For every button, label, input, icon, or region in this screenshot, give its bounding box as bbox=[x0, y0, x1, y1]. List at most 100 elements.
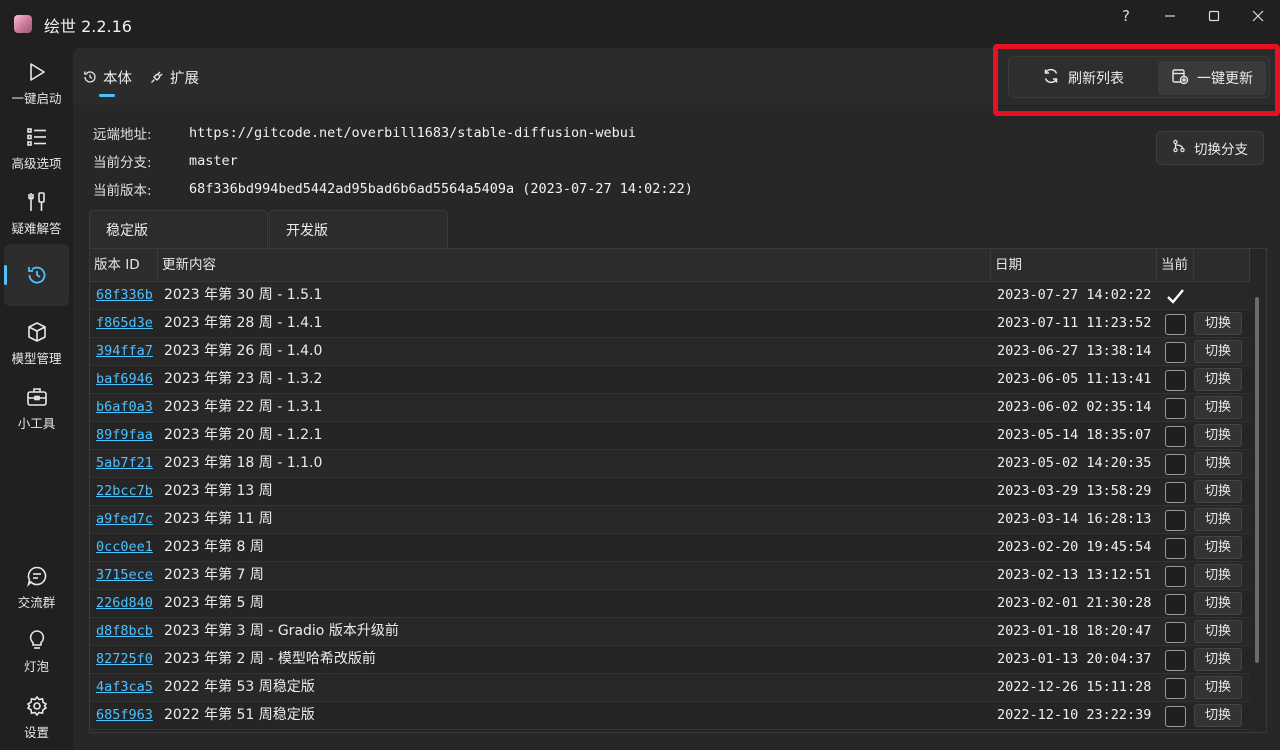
switch-version-button[interactable]: 切换 bbox=[1194, 340, 1242, 363]
current-checkbox[interactable] bbox=[1165, 566, 1186, 587]
one-click-update-button[interactable]: 一键更新 bbox=[1158, 61, 1266, 95]
switch-version-button[interactable]: 切换 bbox=[1194, 480, 1242, 503]
version-id-link[interactable]: f865d3e bbox=[96, 310, 156, 337]
tab-dev[interactable]: 开发版 bbox=[269, 210, 448, 248]
current-checkbox[interactable] bbox=[1165, 650, 1186, 671]
sidebar-item-troubleshoot[interactable]: 疑难解答 bbox=[4, 182, 69, 244]
sidebar-item-community[interactable]: 交流群 bbox=[4, 556, 69, 618]
version-content: 2023 年第 8 周 bbox=[164, 539, 264, 555]
current-checkbox[interactable] bbox=[1165, 622, 1186, 643]
current-checkbox[interactable] bbox=[1165, 678, 1186, 699]
version-id-link[interactable]: a9fed7c bbox=[96, 506, 156, 533]
tab-extensions[interactable]: 扩展 bbox=[150, 66, 199, 88]
switch-version-button[interactable]: 切换 bbox=[1194, 368, 1242, 391]
window-title: 绘世 2.2.16 bbox=[44, 17, 132, 36]
version-content: 2023 年第 26 周 - 1.4.0 bbox=[164, 343, 323, 359]
version-id-link[interactable]: 394ffa7 bbox=[96, 338, 156, 365]
help-button[interactable]: ? bbox=[1106, 4, 1146, 28]
current-checkbox[interactable] bbox=[1165, 454, 1186, 475]
current-checkbox[interactable] bbox=[1165, 286, 1186, 307]
version-id-link[interactable]: 3715ece bbox=[96, 562, 156, 589]
version-id-link[interactable]: 5ab7f21 bbox=[96, 450, 156, 477]
version-date: 2023-01-13 20:04:37 bbox=[997, 651, 1152, 667]
current-checkbox[interactable] bbox=[1165, 482, 1186, 503]
version-id-link[interactable]: 4af3ca5 bbox=[96, 674, 156, 701]
version-id-link[interactable]: 226d840 bbox=[96, 590, 156, 617]
version-content: 2023 年第 23 周 - 1.3.2 bbox=[164, 371, 323, 387]
switch-version-button[interactable]: 切换 bbox=[1194, 424, 1242, 447]
sidebar-item-label: 设置 bbox=[23, 724, 49, 740]
sidebar-item-tools[interactable]: 小工具 bbox=[4, 377, 69, 439]
version-date: 2023-05-02 14:20:35 bbox=[997, 455, 1152, 471]
switch-version-button[interactable]: 切换 bbox=[1194, 592, 1242, 615]
version-id-link[interactable]: 22bcc7b bbox=[96, 478, 156, 505]
tab-core[interactable]: 本体 bbox=[83, 66, 132, 88]
table-body: 68f336b 2023 年第 30 周 - 1.5.1 2023-07-27 14… bbox=[90, 282, 1250, 730]
table-scrollbar[interactable] bbox=[1255, 297, 1259, 663]
table-row: a9fed7c 2023 年第 11 周 2023-03-14 16:28:13 切换 bbox=[90, 506, 1250, 534]
remote-url-value: https://gitcode.net/overbill1683/stable-… bbox=[189, 125, 637, 141]
table-row: 82725f0 2023 年第 2 周 - 模型哈希改版前 2023-01-13 2… bbox=[90, 646, 1250, 674]
version-content: 2023 年第 22 周 - 1.3.1 bbox=[164, 399, 323, 415]
switch-branch-button[interactable]: 切换分支 bbox=[1156, 131, 1264, 165]
current-checkbox[interactable] bbox=[1165, 510, 1186, 531]
current-checkbox[interactable] bbox=[1165, 538, 1186, 559]
current-checkbox[interactable] bbox=[1165, 398, 1186, 419]
header-version-id: 版本 ID bbox=[90, 249, 158, 282]
current-checkbox[interactable] bbox=[1165, 342, 1186, 363]
table-row: 685f963 2022 年第 51 周稳定版 2022-12-10 23:22:3… bbox=[90, 702, 1250, 730]
version-id-link[interactable]: 685f963 bbox=[96, 702, 156, 729]
version-content: 2023 年第 30 周 - 1.5.1 bbox=[164, 287, 323, 303]
version-content: 2023 年第 2 周 - 模型哈希改版前 bbox=[164, 651, 376, 667]
current-checkbox[interactable] bbox=[1165, 426, 1186, 447]
switch-version-button[interactable]: 切换 bbox=[1194, 312, 1242, 335]
close-button[interactable] bbox=[1238, 4, 1278, 28]
version-id-link[interactable]: d8f8bcb bbox=[96, 618, 156, 645]
sidebar-item-models[interactable]: 模型管理 bbox=[4, 312, 69, 374]
sidebar-item-bulb[interactable]: 灯泡 bbox=[4, 620, 69, 682]
version-id-link[interactable]: b6af0a3 bbox=[96, 394, 156, 421]
tab-label: 扩展 bbox=[170, 70, 199, 87]
version-table: 版本 ID 更新内容 日期 当前 68f336b 2023 年第 30 周 - 1… bbox=[89, 248, 1267, 733]
branch-row: 当前分支: master bbox=[93, 151, 238, 171]
sidebar-item-label: 一键启动 bbox=[11, 90, 62, 106]
version-date: 2023-05-14 18:35:07 bbox=[997, 427, 1152, 443]
version-id-link[interactable]: 89f9faa bbox=[96, 422, 156, 449]
sidebar-item-version[interactable] bbox=[4, 244, 69, 306]
tab-stable[interactable]: 稳定版 bbox=[89, 210, 268, 248]
app-logo-icon bbox=[14, 15, 32, 33]
refresh-list-button[interactable]: 刷新列表 bbox=[1013, 61, 1153, 95]
current-checkbox[interactable] bbox=[1165, 594, 1186, 615]
current-checkbox[interactable] bbox=[1165, 706, 1186, 727]
sidebar-item-label: 高级选项 bbox=[11, 155, 62, 171]
title-bar: 绘世 2.2.16 ? bbox=[0, 0, 1280, 48]
current-checkbox[interactable] bbox=[1165, 370, 1186, 391]
switch-version-button[interactable]: 切换 bbox=[1194, 508, 1242, 531]
version-id-link[interactable]: 68f336b bbox=[96, 282, 156, 309]
version-id-link[interactable]: 82725f0 bbox=[96, 646, 156, 673]
current-checkbox[interactable] bbox=[1165, 314, 1186, 335]
sidebar-item-settings[interactable]: 设置 bbox=[4, 686, 69, 748]
version-id-link[interactable]: baf6946 bbox=[96, 366, 156, 393]
version-date: 2023-03-14 16:28:13 bbox=[997, 511, 1152, 527]
version-date: 2023-07-11 11:23:52 bbox=[997, 315, 1152, 331]
maximize-button[interactable] bbox=[1194, 4, 1234, 28]
minimize-button[interactable] bbox=[1150, 4, 1190, 28]
version-content: 2023 年第 13 周 bbox=[164, 483, 273, 499]
switch-version-button[interactable]: 切换 bbox=[1194, 620, 1242, 643]
sidebar-item-launch[interactable]: 一键启动 bbox=[4, 52, 69, 114]
switch-version-button[interactable]: 切换 bbox=[1194, 564, 1242, 587]
version-value: 68f336bd994bed5442ad95bad6b6ad5564a5409a… bbox=[189, 181, 693, 197]
switch-version-button[interactable]: 切换 bbox=[1194, 704, 1242, 727]
switch-version-button[interactable]: 切换 bbox=[1194, 676, 1242, 699]
switch-version-button[interactable]: 切换 bbox=[1194, 648, 1242, 671]
switch-branch-label: 切换分支 bbox=[1194, 142, 1248, 158]
sidebar-item-advanced[interactable]: 高级选项 bbox=[4, 117, 69, 179]
switch-version-button[interactable]: 切换 bbox=[1194, 452, 1242, 475]
version-id-link[interactable]: 0cc0ee1 bbox=[96, 534, 156, 561]
history-icon bbox=[83, 70, 97, 84]
switch-version-button[interactable]: 切换 bbox=[1194, 396, 1242, 419]
switch-version-button[interactable]: 切换 bbox=[1194, 536, 1242, 559]
version-date: 2023-07-27 14:02:22 bbox=[997, 287, 1152, 303]
header-date: 日期 bbox=[991, 249, 1157, 282]
